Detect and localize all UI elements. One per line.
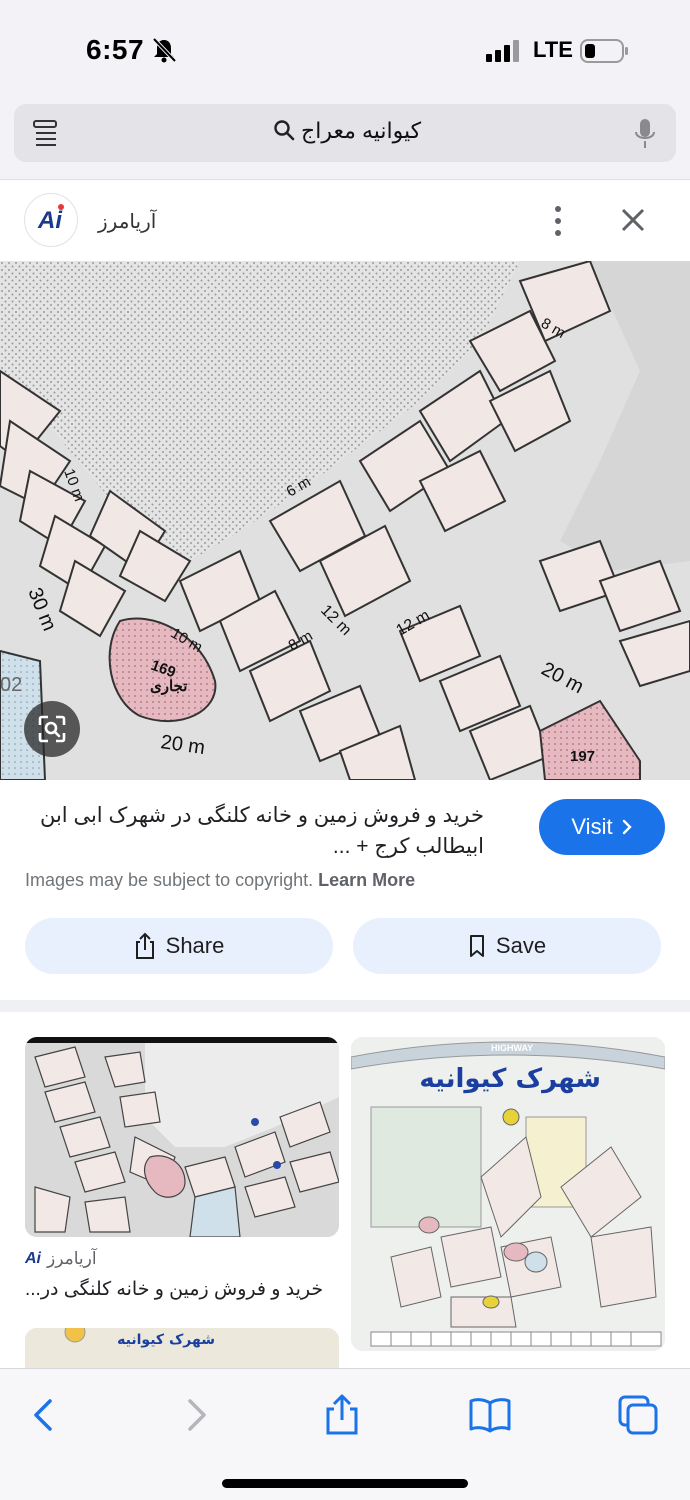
search-query[interactable]: کیوانیه معراج bbox=[14, 118, 676, 144]
related-map-thumbnail bbox=[25, 1037, 339, 1237]
town-map-thumbnail: HIGHWAY شهرک کیوانیه bbox=[351, 1037, 665, 1351]
learn-more-link[interactable]: Learn More bbox=[318, 870, 415, 890]
search-bar[interactable]: کیوانیه معراج bbox=[14, 104, 676, 162]
bookmark-icon bbox=[469, 935, 484, 957]
visual-search-button[interactable] bbox=[24, 701, 80, 757]
bookmarks-icon[interactable] bbox=[468, 1393, 512, 1437]
microphone-icon[interactable] bbox=[634, 118, 656, 150]
battery-icon bbox=[580, 39, 628, 63]
edge-label: 02 bbox=[0, 674, 22, 696]
source-name[interactable]: آریامرز bbox=[98, 209, 156, 234]
visit-label: Visit bbox=[571, 814, 613, 839]
search-icon bbox=[274, 120, 295, 141]
clock: 6:57 bbox=[86, 34, 145, 65]
related-source[interactable]: Ai آریامرز bbox=[25, 1248, 97, 1270]
related-title[interactable]: خرید و فروش زمین و خانه کلنگی در... bbox=[25, 1278, 327, 1301]
town-name-label: شهرک کیوانیه bbox=[419, 1064, 601, 1094]
bell-slash-icon bbox=[152, 37, 177, 63]
address-bar-area: کیوانیه معراج bbox=[0, 100, 690, 180]
related-source-logo: Ai bbox=[25, 1250, 41, 1267]
chevron-right-icon bbox=[622, 819, 632, 835]
more-options-icon[interactable] bbox=[548, 203, 568, 239]
subdivision-map: 169 تجاری 197 20 m 20 m 30 m 12 m 12 m 1… bbox=[0, 261, 690, 780]
related-image-2[interactable]: HIGHWAY شهرک کیوانیه bbox=[351, 1037, 665, 1351]
forward-icon[interactable] bbox=[174, 1393, 218, 1437]
related-image-1[interactable] bbox=[25, 1037, 339, 1237]
logo-dot bbox=[58, 204, 64, 210]
share-sheet-icon[interactable] bbox=[320, 1393, 364, 1437]
lot-197-label: 197 bbox=[570, 748, 595, 765]
cellular-signal-icon bbox=[486, 40, 519, 62]
copyright-text: Images may be subject to copyright. bbox=[25, 870, 314, 890]
share-button[interactable]: Share bbox=[25, 918, 333, 974]
tabs-icon[interactable] bbox=[616, 1393, 660, 1437]
highway-label: HIGHWAY bbox=[491, 1043, 533, 1053]
lens-icon bbox=[38, 715, 66, 743]
copyright-notice: Images may be subject to copyright. Lear… bbox=[25, 870, 415, 891]
lot-169-use-label: تجاری bbox=[150, 678, 187, 695]
town-name-label-2: شهرک کیوانیه bbox=[117, 1332, 215, 1348]
result-title[interactable]: خرید و فروش زمین و خانه کلنگی در شهرک اب… bbox=[24, 800, 484, 862]
save-button[interactable]: Save bbox=[353, 918, 661, 974]
source-logo-text: Ai bbox=[38, 207, 62, 234]
share-label: Share bbox=[165, 933, 225, 958]
home-indicator bbox=[222, 1479, 468, 1488]
search-query-text: کیوانیه معراج bbox=[301, 118, 422, 143]
close-icon[interactable] bbox=[618, 205, 648, 235]
share-icon bbox=[135, 932, 154, 959]
section-divider bbox=[0, 1000, 690, 1012]
image-source-row: Ai آریامرز bbox=[0, 181, 690, 261]
visit-button[interactable]: Visit bbox=[539, 799, 665, 855]
source-logo[interactable]: Ai bbox=[24, 193, 78, 247]
network-type: LTE bbox=[533, 37, 573, 62]
related-source-name: آریامرز bbox=[47, 1249, 97, 1268]
status-bar: 6:57 LTE bbox=[0, 0, 690, 100]
back-icon[interactable] bbox=[22, 1393, 66, 1437]
main-image[interactable]: 169 تجاری 197 20 m 20 m 30 m 12 m 12 m 1… bbox=[0, 261, 690, 780]
save-label: Save bbox=[495, 933, 547, 958]
